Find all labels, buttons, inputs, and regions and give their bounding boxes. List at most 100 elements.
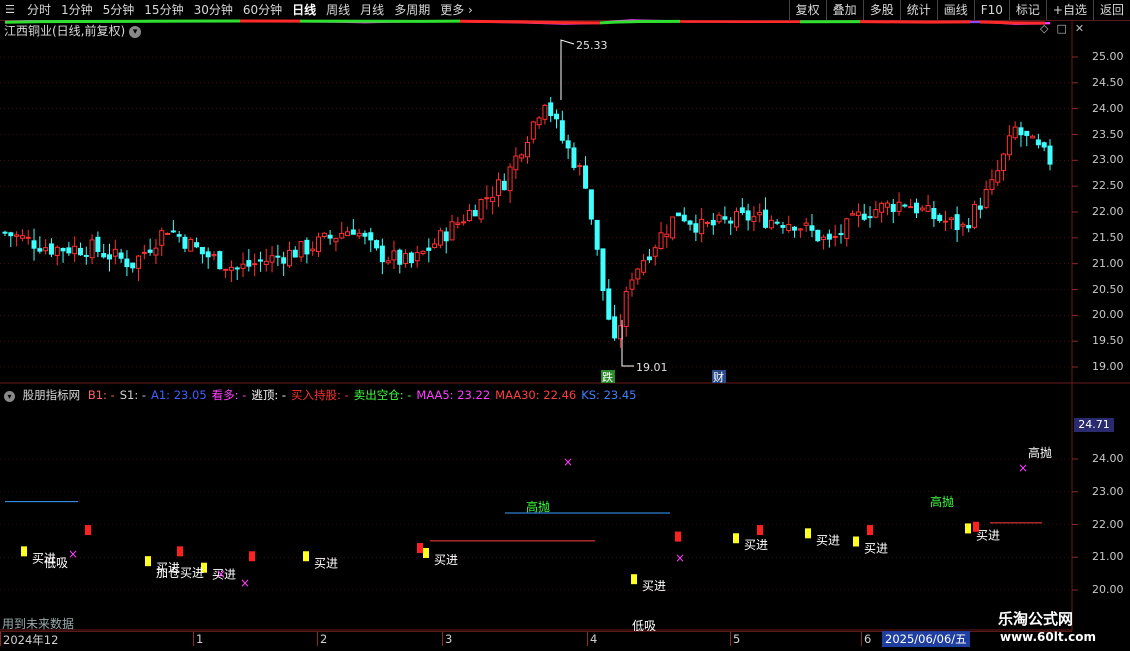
buy-block	[423, 548, 429, 558]
candle-body	[108, 255, 112, 259]
event-fall-label: 跌	[602, 370, 613, 384]
buy-signal: 买进	[744, 538, 768, 552]
date-tick	[442, 632, 443, 646]
candle-body	[171, 231, 175, 232]
candle-body	[531, 122, 535, 139]
candle-body	[682, 215, 686, 221]
high-sell-signal: 高抛	[526, 499, 550, 514]
candle-body	[177, 235, 181, 237]
candle-body	[1036, 140, 1040, 145]
indicator-field: MAA30: 22.46	[495, 388, 576, 402]
candle-body	[137, 256, 141, 268]
indicator-field: 买入持股: -	[291, 388, 349, 402]
candle-body	[142, 252, 146, 253]
candle-body	[810, 226, 814, 230]
candle-body	[1031, 136, 1035, 138]
candle-body	[764, 210, 768, 227]
candle-body	[630, 280, 634, 289]
high-sell-signal: 高抛	[930, 494, 954, 509]
candle-body	[508, 167, 512, 191]
cross-mark: ×	[1018, 461, 1028, 475]
candle-body	[642, 261, 646, 273]
candle-body	[241, 264, 245, 268]
date-axis-label: 2024年12	[3, 632, 58, 648]
candle-body	[380, 246, 384, 262]
candle-body	[868, 217, 872, 218]
buy-signal: 买进	[976, 528, 1000, 542]
candle-body	[224, 269, 228, 270]
candle-body	[502, 181, 506, 189]
candle-body	[264, 261, 268, 264]
candle-body	[305, 240, 309, 254]
candle-body	[20, 236, 24, 239]
candle-body	[467, 210, 471, 220]
candle-body	[485, 198, 489, 199]
chart-canvas[interactable]: 25.3319.01跌财 买进买进买进买进买进买进买进买进买进买进高抛高抛高抛低…	[0, 0, 1130, 650]
candle-body	[671, 217, 675, 238]
candle-body	[438, 231, 442, 245]
candle-body	[851, 214, 855, 215]
indicator-lines	[5, 20, 1050, 541]
candle-body	[404, 254, 408, 264]
hold-block	[973, 522, 979, 532]
candle-body	[787, 225, 791, 231]
candle-body	[32, 241, 36, 248]
candle-body	[415, 253, 419, 261]
low-buy-signal: 低吸	[44, 556, 68, 570]
candle-body	[119, 253, 123, 258]
candle-body	[55, 247, 59, 255]
date-axis-label: 5	[733, 632, 740, 646]
candle-body	[287, 250, 291, 265]
chevron-down-icon[interactable]: ▾	[4, 391, 15, 402]
candle-body	[38, 249, 42, 252]
candle-body	[949, 218, 953, 220]
candle-body	[61, 248, 65, 250]
hold-block	[249, 551, 255, 561]
buy-signal: 买进	[642, 579, 666, 593]
indicator-name[interactable]: 股朋指标网	[23, 388, 81, 402]
price-axis-label: 25.00	[1092, 50, 1124, 63]
indicator-field: 逃顶: -	[251, 388, 286, 402]
date-tick	[193, 632, 194, 646]
candle-body	[537, 118, 541, 125]
candle-body	[549, 103, 553, 116]
candle-body	[351, 230, 355, 234]
candle-body	[26, 237, 30, 238]
candle-body	[73, 246, 77, 253]
candle-body	[479, 200, 483, 219]
candle-body	[427, 248, 431, 250]
candle-body	[793, 227, 797, 230]
cross-mark: ×	[240, 576, 250, 590]
date-axis-label: 4	[590, 632, 597, 646]
candle-body	[856, 212, 860, 215]
candle-body	[955, 215, 959, 230]
candle-body	[526, 143, 530, 157]
candle-body	[607, 289, 611, 319]
indicator-axis-label: 21.00	[1092, 550, 1124, 563]
indicator-axis-label: 24.00	[1092, 452, 1124, 465]
candle-body	[659, 233, 663, 249]
candle-body	[752, 217, 756, 222]
hold-block	[177, 546, 183, 556]
candle-body	[212, 255, 216, 256]
candle-body	[723, 217, 727, 219]
buy-block	[965, 523, 971, 533]
date-axis-label: 2	[320, 632, 327, 646]
buy-signal: 买进	[816, 533, 840, 547]
candle-body	[613, 317, 617, 338]
date-tick	[0, 632, 1, 646]
candle-body	[1013, 127, 1017, 138]
candle-body	[781, 225, 785, 227]
candle-body	[891, 205, 895, 212]
price-axis-label: 24.00	[1092, 102, 1124, 115]
hold-segment	[860, 22, 970, 23]
candle-body	[1042, 143, 1046, 147]
hold-segment	[980, 22, 1045, 23]
date-axis-label: 3	[445, 632, 452, 646]
candle-body	[1007, 136, 1011, 155]
candle-body	[996, 171, 1000, 182]
price-axis-label: 23.50	[1092, 128, 1124, 141]
add-buy-signal: 加仓买进	[156, 566, 204, 580]
candle-body	[166, 233, 170, 234]
candle-body	[67, 248, 71, 253]
